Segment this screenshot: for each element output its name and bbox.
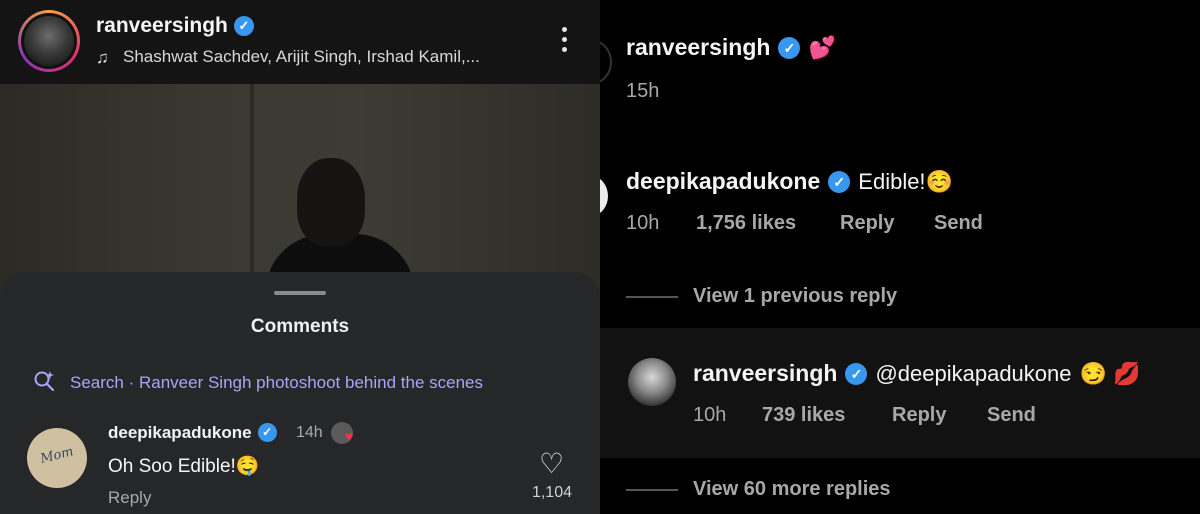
post-time: 15h [626,80,660,102]
header-username[interactable]: ranveersingh ✓ [96,14,254,38]
heart-emoji: 💕 [808,35,836,60]
comment-username[interactable]: deepikapadukone [626,168,820,194]
drag-handle[interactable] [274,291,326,295]
send-button[interactable]: Send [987,404,1036,427]
reply-time: 10h [693,404,727,426]
comment-row: deepikapadukone ✓ Edible!☺️ [626,168,953,195]
view-previous-reply-link[interactable]: View 1 previous reply [693,285,897,308]
comment-time: 10h [626,212,660,234]
reply-likes[interactable]: 739 likes [762,404,845,427]
post-username[interactable]: ranveersingh [626,34,770,60]
reply-mention[interactable]: @deepikapadukone [875,361,1071,386]
reel-comments-panel: ranveersingh ✓ ♫ Shashwat Sachdev, Arijit… [0,0,600,514]
verified-badge-icon: ✓ [257,423,277,442]
comment-likes[interactable]: 1,756 likes [696,212,796,235]
verified-badge-icon: ✓ [845,363,868,385]
heart-filled-icon: ♥ [345,428,354,444]
reply-avatar[interactable] [628,358,676,406]
search-sparkle-icon[interactable] [33,370,55,392]
comment-time: 14h [296,424,323,441]
thread-line [626,296,678,298]
commenter-avatar[interactable]: Mom [27,428,87,488]
reply-button[interactable]: Reply [892,404,946,427]
comment-username[interactable]: deepikapadukone ✓ [108,423,277,443]
reply-row: ranveersingh ✓ @deepikapadukone 😏 💋 [693,360,1140,387]
send-button[interactable]: Send [934,212,983,235]
verified-badge-icon: ✓ [233,16,254,36]
reply-button[interactable]: Reply [108,488,151,508]
reply-highlight: ranveersingh ✓ @deepikapadukone 😏 💋 10h 739… [600,328,1200,458]
verified-badge-icon: ✓ [828,171,851,193]
cropped-avatar [600,176,608,216]
verified-badge-icon: ✓ [778,37,801,59]
sheet-title: Comments [250,316,350,337]
post-caption-row: ranveersingh ✓ 💕 [626,34,836,61]
like-heart-icon[interactable]: ♡ [539,447,564,480]
audio-credits[interactable]: Shashwat Sachdev, Arijit Singh, Irshad K… [123,47,480,67]
view-more-replies-link[interactable]: View 60 more replies [693,478,891,501]
reply-button[interactable]: Reply [840,212,894,235]
music-note-icon: ♫ [96,48,109,67]
thread-line [626,489,678,491]
reel-header: ranveersingh ✓ ♫ Shashwat Sachdev, Arijit… [0,0,600,84]
comment-text: Edible!☺️ [858,169,953,194]
reply-username[interactable]: ranveersingh [693,360,837,386]
more-options-icon[interactable] [552,24,576,58]
profile-avatar[interactable] [18,10,80,72]
comments-sheet: Comments Search · Ranveer Singh photosho… [0,272,600,514]
cropped-avatar [600,40,612,84]
reply-emoji: 😏 💋 [1079,361,1141,386]
like-count: 1,104 [531,484,572,501]
search-suggestion-link[interactable]: Search · Ranveer Singh photoshoot behind… [70,373,483,393]
comment-text: Oh Soo Edible!🤤 [108,456,260,477]
